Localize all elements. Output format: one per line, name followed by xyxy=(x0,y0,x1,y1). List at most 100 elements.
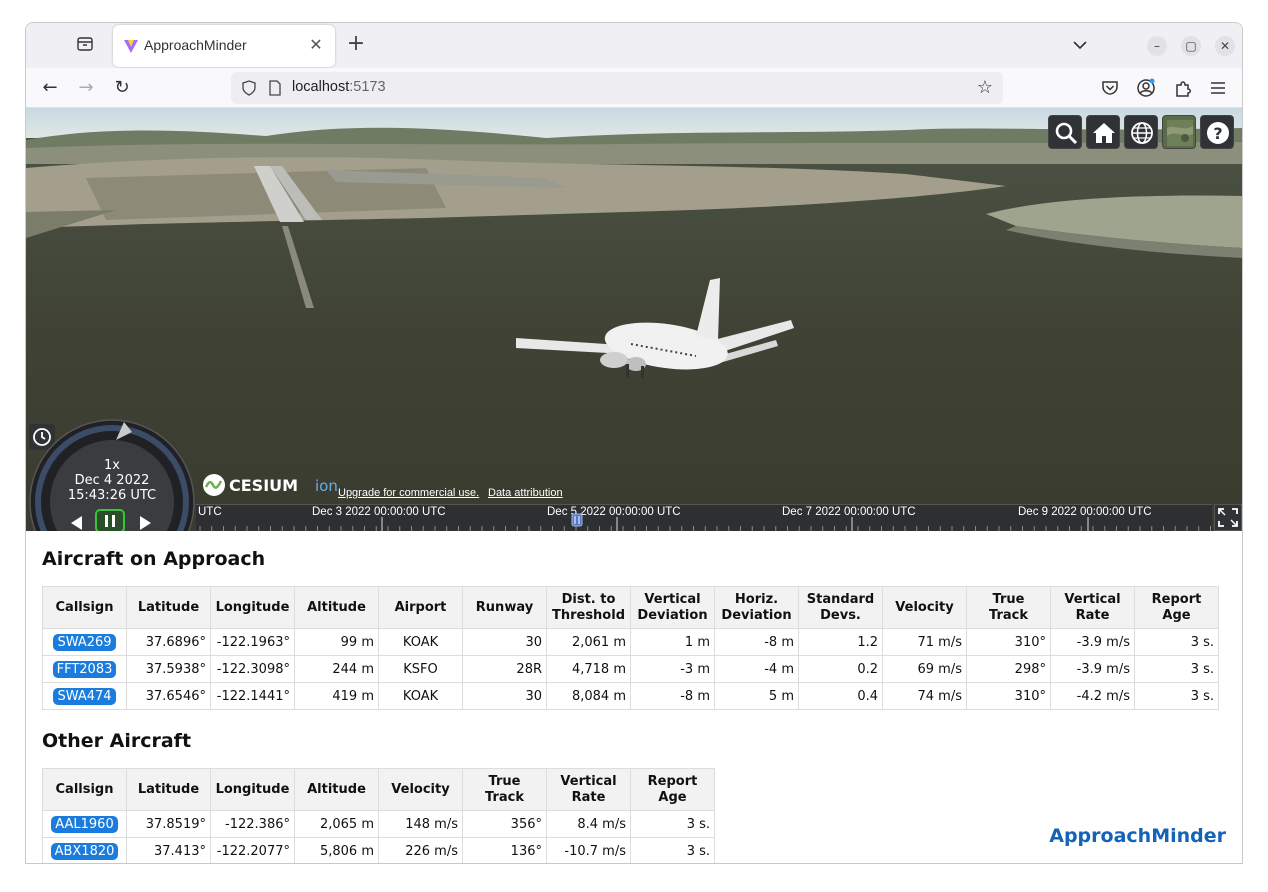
column-header: Longitude xyxy=(210,586,295,629)
column-header: Latitude xyxy=(126,586,211,629)
table-cell: -122.1963° xyxy=(210,628,295,656)
home-view-button[interactable] xyxy=(1086,115,1120,149)
pocket-icon[interactable] xyxy=(1100,78,1120,98)
extensions-icon[interactable] xyxy=(1173,78,1193,98)
active-tab[interactable]: ApproachMinder ✕ xyxy=(113,25,335,67)
callsign-badge[interactable]: ABX1820 xyxy=(50,842,119,860)
shield-icon[interactable] xyxy=(241,80,257,96)
table-cell: 244 m xyxy=(294,655,379,683)
table-cell: -3 m xyxy=(630,655,715,683)
table-cell: 28R xyxy=(462,655,547,683)
column-header: Altitude xyxy=(294,768,379,811)
column-header: Report Age xyxy=(1134,586,1219,629)
column-header: True Track xyxy=(966,586,1051,629)
url-port: :5173 xyxy=(349,79,386,95)
table-cell: 3 s. xyxy=(630,837,715,863)
animation-widget[interactable]: 1x Dec 4 2022 15:43:26 UTC xyxy=(28,418,196,531)
table-cell: 310° xyxy=(966,628,1051,656)
table-cell: 226 m/s xyxy=(378,837,463,863)
timeline-label: Dec 9 2022 00:00:00 UTC xyxy=(1018,506,1152,518)
list-all-tabs-icon[interactable] xyxy=(1070,35,1090,55)
timeline-needle-icon[interactable] xyxy=(571,513,583,527)
url-host: localhost xyxy=(292,79,350,95)
cesium-ion-logo[interactable]: CESIUM ion xyxy=(202,472,340,498)
table-cell: 3 s. xyxy=(1134,682,1219,710)
map-scene[interactable] xyxy=(26,108,1242,531)
cesium-viewer[interactable]: ? 1x Dec 4 2022 15:43:26 UTC CESIUM ion xyxy=(26,108,1242,531)
animation-time: 15:43:26 UTC xyxy=(67,488,157,503)
table-cell: 30 xyxy=(462,628,547,656)
imagery-thumbnail-icon xyxy=(1167,120,1193,146)
callsign-badge[interactable]: SWA269 xyxy=(53,633,116,651)
table-cell: 310° xyxy=(966,682,1051,710)
page-info-icon[interactable] xyxy=(267,80,283,96)
table-cell: 37.413° xyxy=(126,837,211,863)
forward-arrow-icon[interactable]: → xyxy=(74,76,98,100)
back-arrow-icon[interactable]: ← xyxy=(38,76,62,100)
table-cell: 136° xyxy=(462,837,547,863)
maximize-button[interactable]: ▢ xyxy=(1181,36,1201,56)
close-window-button[interactable]: ✕ xyxy=(1215,36,1235,56)
help-button[interactable]: ? xyxy=(1200,115,1234,149)
table-cell: -3.9 m/s xyxy=(1050,628,1135,656)
bookmark-star-icon[interactable]: ☆ xyxy=(975,78,995,98)
table-cell: 356° xyxy=(462,810,547,838)
search-icon xyxy=(1055,122,1078,145)
svg-text:ion: ion xyxy=(315,477,338,495)
menu-icon[interactable] xyxy=(1208,78,1228,98)
column-header: Callsign xyxy=(42,768,127,811)
approach-table: Callsign Latitude Longitude Altitude Airport… xyxy=(42,586,1219,710)
play-reverse-icon[interactable] xyxy=(66,512,88,531)
fullscreen-icon xyxy=(1218,508,1238,527)
svg-text:?: ? xyxy=(1213,124,1222,143)
address-bar[interactable]: localhost:5173 ☆ xyxy=(231,72,1003,104)
tab-manager-icon[interactable] xyxy=(74,35,96,57)
reload-icon[interactable]: ↻ xyxy=(110,76,134,100)
table-cell: 5 m xyxy=(714,682,799,710)
timeline[interactable]: UTC Dec 3 2022 00:00:00 UTC Dec 5 2022 0… xyxy=(196,504,1212,531)
callsign-badge[interactable]: SWA474 xyxy=(53,687,116,705)
new-tab-button[interactable]: + xyxy=(344,33,368,57)
callsign-cell: AAL1960 xyxy=(42,810,127,838)
column-header: Vertical Deviation xyxy=(630,586,715,629)
table-cell: 37.6896° xyxy=(126,628,211,656)
play-forward-icon[interactable] xyxy=(134,512,156,531)
globe-icon xyxy=(1131,122,1153,144)
url-text[interactable]: localhost:5173 xyxy=(292,79,386,95)
table-cell: 3 s. xyxy=(1134,655,1219,683)
column-header: Horiz. Deviation xyxy=(714,586,799,629)
table-cell: -122.386° xyxy=(210,810,295,838)
page-content: Aircraft on Approach Callsign Latitude Lon… xyxy=(26,531,1242,863)
close-tab-icon[interactable]: ✕ xyxy=(307,35,325,55)
table-cell: KSFO xyxy=(378,655,463,683)
callsign-badge[interactable]: FFT2083 xyxy=(52,660,117,678)
app-brand: ApproachMinder xyxy=(1049,825,1226,847)
table-cell: 0.4 xyxy=(798,682,883,710)
table-cell: 8,084 m xyxy=(546,682,631,710)
column-header: Airport xyxy=(378,586,463,629)
scene-mode-button[interactable] xyxy=(1124,115,1158,149)
table-row: ABX1820 37.413° -122.2077° 5,806 m 226 m/s 13… xyxy=(42,837,715,863)
table-cell: 30 xyxy=(462,682,547,710)
geocoder-search-button[interactable] xyxy=(1048,115,1082,149)
table-cell: -122.2077° xyxy=(210,837,295,863)
column-header: Velocity xyxy=(378,768,463,811)
callsign-badge[interactable]: AAL1960 xyxy=(51,815,118,833)
column-header: Vertical Rate xyxy=(546,768,631,811)
minimize-button[interactable]: – xyxy=(1147,36,1167,56)
column-header: Runway xyxy=(462,586,547,629)
upgrade-link[interactable]: Upgrade for commercial use. xyxy=(338,487,479,499)
fullscreen-button[interactable] xyxy=(1214,504,1242,531)
pause-icon[interactable] xyxy=(95,509,125,531)
help-icon: ? xyxy=(1207,122,1229,144)
table-cell: -3.9 m/s xyxy=(1050,655,1135,683)
account-icon[interactable] xyxy=(1136,78,1156,98)
table-cell: 2,061 m xyxy=(546,628,631,656)
table-cell: 419 m xyxy=(294,682,379,710)
table-cell: -8 m xyxy=(630,682,715,710)
data-attribution-link[interactable]: Data attribution xyxy=(488,487,563,499)
table-cell: KOAK xyxy=(378,628,463,656)
base-layer-picker-button[interactable] xyxy=(1162,115,1196,149)
table-cell: 3 s. xyxy=(630,810,715,838)
table-cell: -4.2 m/s xyxy=(1050,682,1135,710)
